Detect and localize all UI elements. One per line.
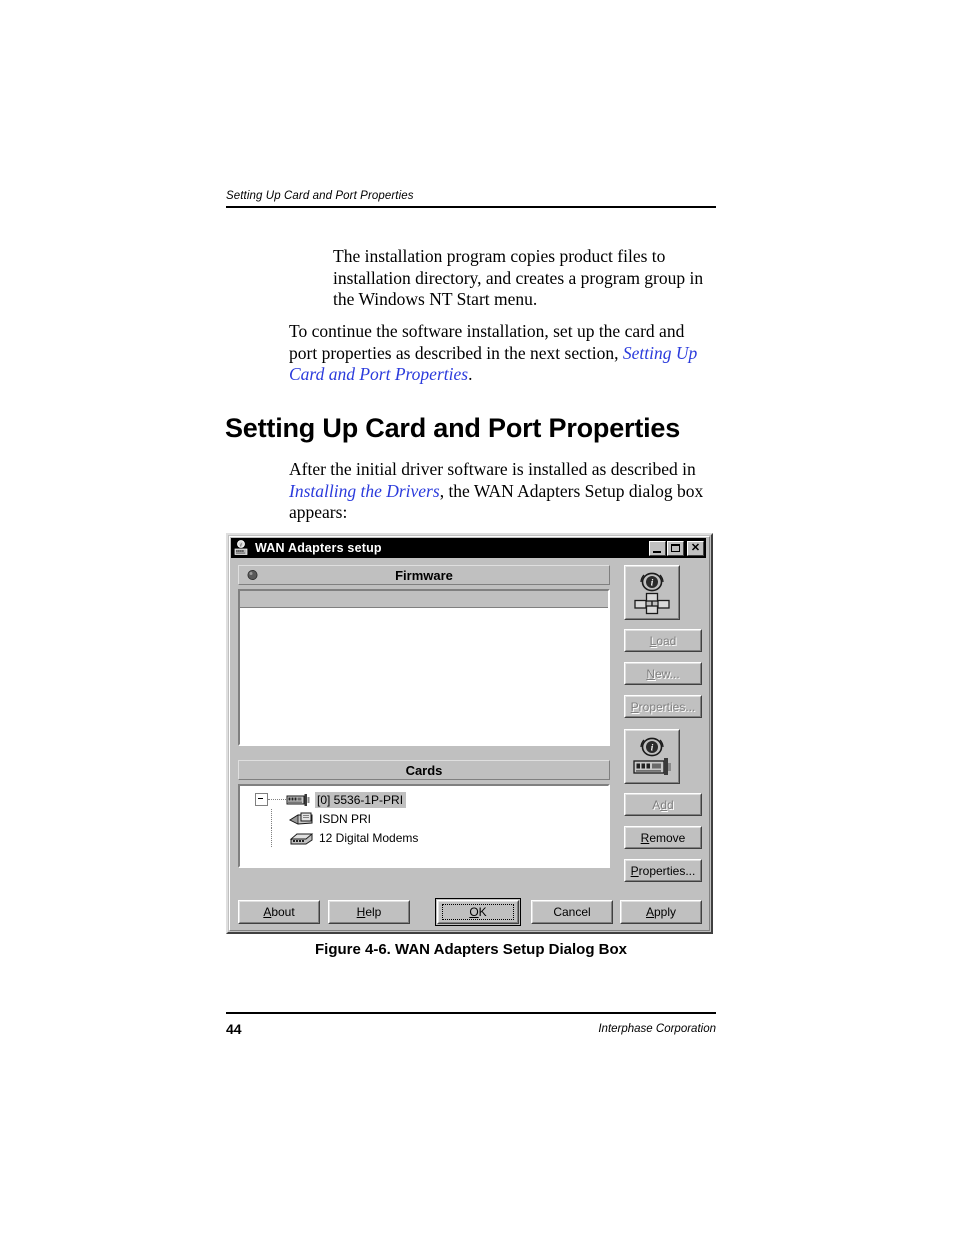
remove-button[interactable]: Remove <box>624 826 702 849</box>
cards-tree: [0] 5536-1P-PRI ISDN PRI 12 Digital Mode… <box>244 790 606 847</box>
paragraph-text-part2: . <box>468 364 473 384</box>
ok-button[interactable]: OK <box>437 900 519 924</box>
paragraph-text: The installation program copies product … <box>333 246 704 309</box>
new-button-label: New... <box>646 666 680 681</box>
sphere-icon <box>247 570 258 581</box>
help-button-label: Help <box>356 905 382 919</box>
about-button-label: About <box>263 905 295 919</box>
about-button[interactable]: About <box>238 900 320 924</box>
remove-button-label: Remove <box>640 830 686 845</box>
add-button[interactable]: Add <box>624 793 702 816</box>
maximize-icon <box>671 543 680 552</box>
tree-row[interactable]: 12 Digital Modems <box>244 828 606 847</box>
cards-properties-button[interactable]: Properties... <box>624 859 702 882</box>
network-card-icon: i <box>233 540 250 556</box>
running-header: Setting Up Card and Port Properties <box>226 190 716 208</box>
cancel-button-label: Cancel <box>553 905 591 919</box>
firmware-list[interactable] <box>238 589 610 746</box>
ok-button-default-frame: OK <box>435 898 521 926</box>
firmware-properties-button-label: Properties... <box>630 699 696 714</box>
tree-row[interactable]: [0] 5536-1P-PRI <box>244 790 606 809</box>
firmware-network-info-icon-button[interactable]: i <box>624 565 680 620</box>
help-button[interactable]: Help <box>328 900 410 924</box>
firmware-section-header: Firmware <box>238 565 610 585</box>
wan-adapters-setup-dialog: i WAN Adapters setup ✕ Firmware i Load N… <box>226 533 713 934</box>
minimize-button[interactable] <box>649 540 666 556</box>
add-button-label: Add <box>652 797 674 812</box>
firmware-properties-button[interactable]: Properties... <box>624 695 702 718</box>
paragraph-installation-program: The installation program copies product … <box>333 246 715 311</box>
firmware-list-column-header[interactable] <box>240 591 608 608</box>
window-controls: ✕ <box>648 540 704 556</box>
load-button-label: Load <box>649 633 677 648</box>
section-heading: Setting Up Card and Port Properties <box>225 413 681 443</box>
tree-item-label[interactable]: ISDN PRI <box>319 812 371 826</box>
load-button[interactable]: Load <box>624 629 702 652</box>
cards-section-header: Cards <box>238 760 610 780</box>
tree-row[interactable]: ISDN PRI <box>244 809 606 828</box>
apply-button-label: Apply <box>645 905 677 919</box>
card-info-icon: i <box>633 737 671 775</box>
close-icon: ✕ <box>690 541 701 554</box>
tree-item-label[interactable]: [0] 5536-1P-PRI <box>315 791 407 808</box>
minimize-icon <box>653 550 661 553</box>
cards-section-label: Cards <box>405 762 443 778</box>
cards-tree-view[interactable]: [0] 5536-1P-PRI ISDN PRI 12 Digital Mode… <box>238 784 610 868</box>
maximize-button[interactable] <box>667 540 684 556</box>
dialog-title: WAN Adapters setup <box>255 541 382 555</box>
cards-properties-button-label: Properties... <box>630 863 696 878</box>
paragraph-text: After the initial driver software is ins… <box>289 459 716 524</box>
ok-button-label: OK <box>469 905 487 919</box>
firmware-network-info-icon: i <box>634 572 670 615</box>
cancel-button[interactable]: Cancel <box>531 900 613 924</box>
paragraph-text: To continue the software installation, s… <box>289 321 716 386</box>
tree-connector-line <box>271 809 273 828</box>
tree-connector-line <box>271 828 273 847</box>
footer-rule <box>226 1012 716 1014</box>
tree-item-label[interactable]: 12 Digital Modems <box>319 831 418 845</box>
paragraph-continue-installation: To continue the software installation, s… <box>289 321 716 386</box>
new-button[interactable]: New... <box>624 662 702 685</box>
card-info-icon-button[interactable]: i <box>624 729 680 784</box>
apply-button[interactable]: Apply <box>620 900 702 924</box>
document-page: Setting Up Card and Port Properties The … <box>0 0 954 1235</box>
tree-connector-line <box>268 798 286 801</box>
firmware-section-label: Firmware <box>395 567 453 583</box>
footer-company-name: Interphase Corporation <box>598 1023 716 1035</box>
running-header-text: Setting Up Card and Port Properties <box>226 190 414 202</box>
figure-caption: Figure 4-6. WAN Adapters Setup Dialog Bo… <box>315 941 627 958</box>
dialog-titlebar[interactable]: i WAN Adapters setup ✕ <box>231 538 706 558</box>
isdn-port-icon <box>288 812 313 825</box>
adapter-card-icon <box>286 793 310 806</box>
paragraph-after-initial-driver: After the initial driver software is ins… <box>289 459 716 524</box>
modem-icon <box>289 833 314 844</box>
collapse-expander-icon[interactable] <box>255 793 268 806</box>
cross-reference-link[interactable]: Installing the Drivers <box>289 481 440 501</box>
paragraph-text-part1: After the initial driver software is ins… <box>289 459 696 479</box>
header-rule <box>226 206 716 208</box>
close-button[interactable]: ✕ <box>687 540 704 556</box>
